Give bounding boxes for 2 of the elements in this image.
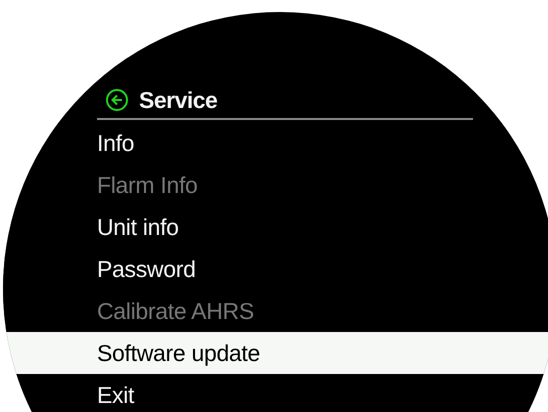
back-icon[interactable] [105,88,129,112]
menu-title: Service [139,86,218,114]
